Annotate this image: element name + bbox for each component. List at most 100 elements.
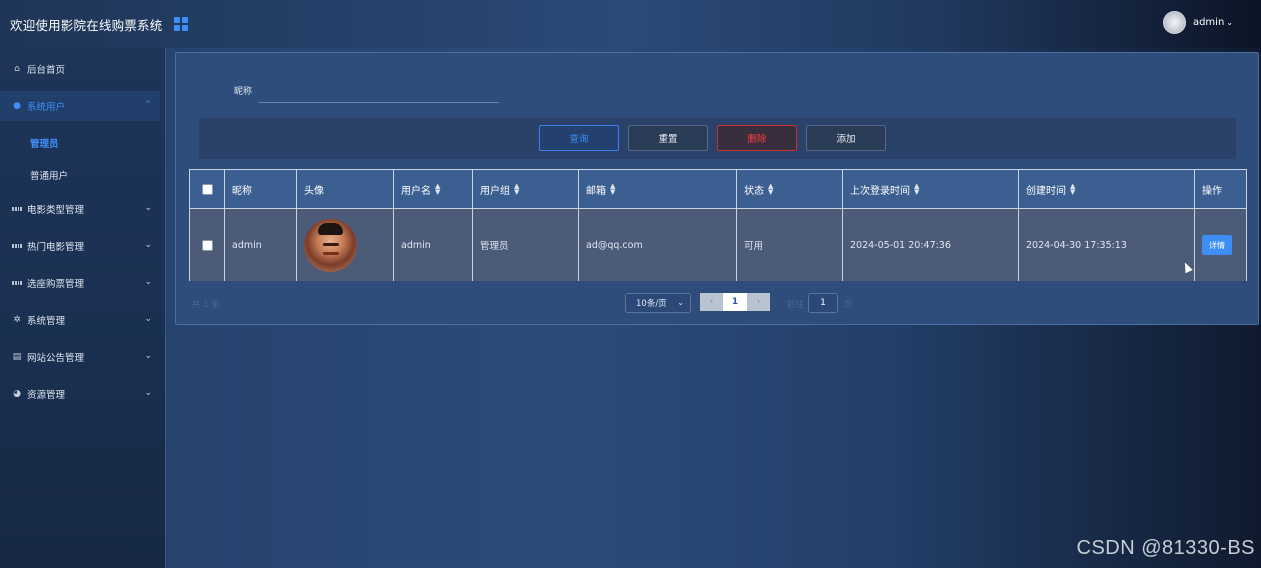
created-cell: 2024-04-30 17:35:13 <box>1019 209 1195 281</box>
search-label: 昵称 <box>234 87 253 97</box>
sidebar-item-label: 选座购票管理 <box>27 279 85 290</box>
avatar-cell <box>297 209 394 281</box>
action-cell: 详情 <box>1195 209 1247 281</box>
sort-icon: ▲ ▼ <box>514 182 520 196</box>
sidebar-item-label: 系统用户 <box>27 102 66 113</box>
avatar <box>1162 11 1186 34</box>
sidebar-item-label: 系统管理 <box>27 316 66 327</box>
home-icon: ⌂ <box>14 64 20 74</box>
reset-button[interactable]: 重置 <box>628 125 708 151</box>
sidebar-item-announcements[interactable]: ▤ 网站公告管理 ⌄ <box>0 342 160 372</box>
column-header-sortable[interactable]: 用户名 ▲ ▼ <box>394 170 473 208</box>
grid-icon <box>12 204 22 214</box>
column-header-label: 用户名 <box>401 185 431 197</box>
sort-icon: ▲ ▼ <box>914 182 920 196</box>
column-header: 昵称 <box>225 170 297 208</box>
column-header-sortable[interactable]: 用户组 ▲ ▼ <box>473 170 579 208</box>
select-all-checkbox[interactable] <box>201 183 213 195</box>
prev-page-button[interactable]: ‹ <box>700 293 723 311</box>
app-title: 欢迎使用影院在线购票系统 <box>10 17 163 33</box>
chevron-down-icon: ⌄ <box>144 240 152 250</box>
sidebar-item-movie-types[interactable]: 电影类型管理 ⌄ <box>0 194 160 224</box>
page-size-select[interactable]: 10条/页 ⌄ <box>625 293 691 313</box>
nickname-search-input[interactable] <box>259 79 499 103</box>
column-header-sortable[interactable]: 状态 ▲ ▼ <box>737 170 843 208</box>
column-header-label: 上次登录时间 <box>850 185 910 197</box>
chevron-up-icon: ⌃ <box>144 100 152 110</box>
column-header-sortable[interactable]: 创建时间 ▲ ▼ <box>1019 170 1195 208</box>
chevron-right-icon: › <box>756 297 761 307</box>
chevron-down-icon: ⌄ <box>1226 18 1233 27</box>
gear-icon: ✲ <box>13 315 21 325</box>
email-cell: ad@qq.com <box>579 209 737 281</box>
last-login-cell: 2024-05-01 20:47:36 <box>843 209 1019 281</box>
action-bar: 查询 重置 删除 添加 <box>199 118 1236 159</box>
chevron-down-icon: ⌄ <box>144 388 152 398</box>
grid-icon <box>12 278 22 288</box>
chevron-down-icon: ⌄ <box>677 298 684 307</box>
goto-suffix: 页 <box>844 300 853 310</box>
sidebar-subitem-normal-users[interactable]: 普通用户 <box>30 168 68 182</box>
username-cell: admin <box>394 209 473 281</box>
column-header: 操作 <box>1202 185 1222 197</box>
menu-toggle-icon[interactable] <box>174 17 189 31</box>
sidebar-item-system-users[interactable]: ● 系统用户 ⌃ <box>0 91 160 121</box>
group-cell: 管理员 <box>473 209 579 281</box>
sort-icon: ▲ ▼ <box>435 182 441 196</box>
sidebar-item-system-settings[interactable]: ✲ 系统管理 ⌄ <box>0 305 160 335</box>
delete-button[interactable]: 删除 <box>717 125 797 151</box>
sidebar-item-resources[interactable]: ◕ 资源管理 ⌄ <box>0 379 160 409</box>
main-panel: 昵称 查询 重置 删除 添加 昵称 头像 用户名 ▲ ▼ 用户组 ▲ ▼ 邮箱 ▲ ▼ <box>175 52 1259 325</box>
column-header-label: 创建时间 <box>1026 185 1066 197</box>
goto-label: 前往 <box>787 300 805 310</box>
add-button[interactable]: 添加 <box>806 125 886 151</box>
chevron-down-icon: ⌄ <box>144 203 152 213</box>
row-checkbox[interactable] <box>201 239 213 251</box>
chevron-left-icon: ‹ <box>709 297 714 307</box>
table-row: admin admin 管理员 ad@qq.com 可用 2024-05-01 … <box>190 209 1246 281</box>
sort-icon: ▲ ▼ <box>1070 182 1076 196</box>
goto-page-input[interactable]: 1 <box>808 293 838 313</box>
pie-chart-icon: ◕ <box>13 389 21 399</box>
column-header-sortable[interactable]: 邮箱 ▲ ▼ <box>579 170 737 208</box>
table-header: 昵称 头像 用户名 ▲ ▼ 用户组 ▲ ▼ 邮箱 ▲ ▼ 状态 ▲ ▼ 上次登录时间 ▲… <box>190 170 1246 209</box>
chevron-down-icon: ⌄ <box>144 351 152 361</box>
sidebar-item-seat-booking[interactable]: 选座购票管理 ⌄ <box>0 268 160 298</box>
column-header-sortable[interactable]: 上次登录时间 ▲ ▼ <box>843 170 1019 208</box>
sidebar-item-label: 后台首页 <box>27 65 66 76</box>
top-bar: 欢迎使用影院在线购票系统 admin ⌄ <box>0 0 1261 48</box>
document-icon: ▤ <box>12 352 22 362</box>
row-select-cell <box>190 209 225 281</box>
status-cell: 可用 <box>737 209 843 281</box>
detail-button[interactable]: 详情 <box>1202 235 1232 255</box>
chevron-down-icon: ⌄ <box>144 277 152 287</box>
user-name: admin <box>1192 17 1225 28</box>
sidebar-item-label: 资源管理 <box>27 390 66 401</box>
watermark: CSDN @81330-BS <box>1076 537 1255 559</box>
user-icon: ● <box>13 101 21 111</box>
chevron-down-icon: ⌄ <box>144 314 152 324</box>
sidebar-subitem-admin[interactable]: 管理员 <box>30 136 59 150</box>
sidebar-item-hot-movies[interactable]: 热门电影管理 ⌄ <box>0 231 160 261</box>
sidebar: ⌂ 后台首页 ● 系统用户 ⌃ 管理员 普通用户 电影类型管理 ⌄ 热门电影管理… <box>0 48 166 568</box>
column-header-label: 用户组 <box>480 185 510 197</box>
select-all-cell <box>190 170 225 208</box>
sidebar-item-label: 电影类型管理 <box>27 205 85 216</box>
query-button[interactable]: 查询 <box>539 125 619 151</box>
users-table: 昵称 头像 用户名 ▲ ▼ 用户组 ▲ ▼ 邮箱 ▲ ▼ 状态 ▲ ▼ 上次登录时间 ▲… <box>189 169 1247 281</box>
user-avatar-image[interactable] <box>304 218 357 272</box>
nickname-cell: admin <box>225 209 297 281</box>
column-header: 头像 <box>297 170 394 208</box>
grid-icon <box>12 241 22 251</box>
total-count: 共 1 条 <box>192 300 220 310</box>
column-header-label: 邮箱 <box>586 185 606 197</box>
sort-icon: ▲ ▼ <box>768 182 774 196</box>
sort-icon: ▲ ▼ <box>610 182 616 196</box>
sidebar-item-home[interactable]: ⌂ 后台首页 <box>0 54 160 84</box>
user-menu[interactable]: admin ⌄ <box>1162 11 1233 34</box>
page-size-value: 10条/页 <box>636 299 667 309</box>
next-page-button[interactable]: › <box>747 293 770 311</box>
sidebar-item-label: 热门电影管理 <box>27 242 85 253</box>
column-header-label: 状态 <box>744 185 764 197</box>
page-number-current[interactable]: 1 <box>723 293 747 311</box>
